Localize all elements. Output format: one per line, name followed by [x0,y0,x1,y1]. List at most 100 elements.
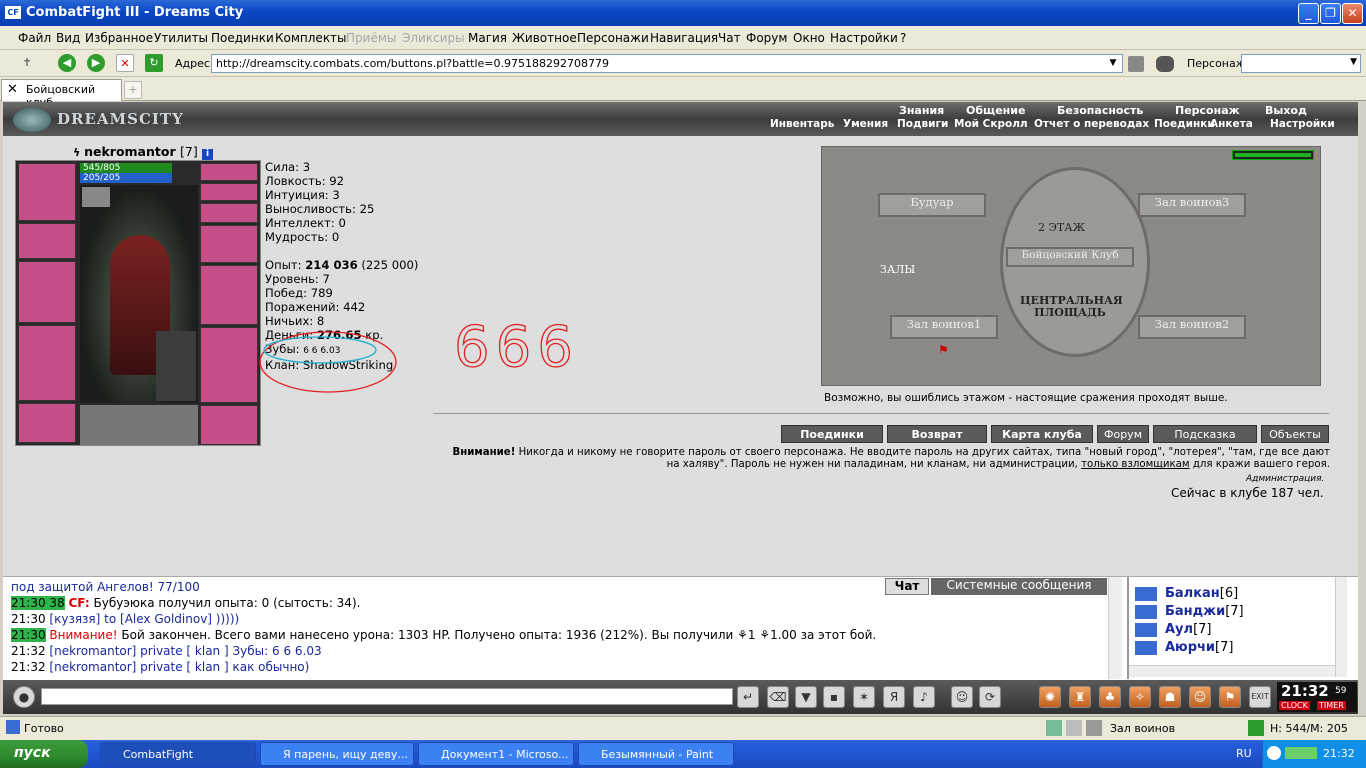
menu-navigation[interactable]: Навигация [650,31,718,45]
forward-icon[interactable]: ▶ [87,54,105,72]
sound-icon[interactable]: ♪ [913,686,935,708]
character-avatar[interactable] [80,185,198,403]
necklace-slot[interactable] [200,183,258,201]
private-msg-icon[interactable] [1135,605,1157,619]
sync-icon[interactable] [1046,720,1062,736]
room-hall2[interactable]: Зал воинов2 [1138,315,1246,339]
forum-button[interactable]: Форум [1097,425,1149,443]
persona-select[interactable]: ▼ [1241,54,1361,73]
maximize-button[interactable]: ❐ [1320,3,1341,24]
menu-forum[interactable]: Форум [746,31,787,45]
refresh-icon[interactable]: ↻ [145,54,163,72]
close-button[interactable]: ✕ [1342,3,1363,24]
translit-icon[interactable]: Я [883,686,905,708]
menu-favorites[interactable]: Избранное [85,31,153,45]
chat-timestamp[interactable]: 21:32 [11,644,46,658]
close-tab-icon[interactable]: ✕ [7,82,18,97]
gloves-slot[interactable] [200,225,258,263]
menu-window[interactable]: Окно [793,31,825,45]
new-tab-icon[interactable]: + [124,81,142,99]
minimize-button[interactable]: _ [1298,3,1319,24]
menu-view[interactable]: Вид [56,31,80,45]
nav-character[interactable]: Персонаж [1175,104,1240,117]
character-name[interactable]: nekromantor [84,144,176,159]
nav-battles[interactable]: Поединки [1154,118,1215,130]
nav-knowledge[interactable]: Знания [899,104,944,117]
chat-scrollbar[interactable] [1108,577,1122,679]
rings-slot[interactable] [200,203,258,223]
nav-settings[interactable]: Настройки [1270,118,1335,130]
userlist-hscrollbar[interactable] [1129,665,1335,677]
helmet-slot[interactable] [18,163,76,221]
menu-sets[interactable]: Комплекты [275,31,347,45]
tray-chevron-icon[interactable] [1267,746,1281,760]
amulet-slot[interactable] [82,187,110,207]
belt-slot[interactable] [18,403,76,443]
taskbar-word[interactable]: Документ1 - Microso... [418,742,574,766]
tray-network-icon[interactable] [1285,747,1317,759]
send-icon[interactable]: ↵ [737,686,759,708]
filter-icon[interactable]: ▼ [795,686,817,708]
nav-inventory[interactable]: Инвентарь [770,118,834,130]
club-map-button[interactable]: Карта клуба [991,425,1093,443]
menu-utilities[interactable]: Утилиты [154,31,208,45]
private-msg-icon[interactable] [1135,587,1157,601]
weapon-slot[interactable] [18,261,76,323]
chat-timestamp[interactable]: 21:32 [11,660,46,674]
menu-battles[interactable]: Поединки [211,31,274,45]
smiley-icon[interactable]: ☺ [951,686,973,708]
exit-icon[interactable]: EXIT [1249,686,1271,708]
refresh-status-icon[interactable] [1248,720,1264,736]
tab-system-messages[interactable]: Системные сообщения [931,578,1107,595]
eraser-icon[interactable]: ⌫ [767,686,789,708]
taskbar-paint[interactable]: Безымянный - Paint [578,742,734,766]
hint-button[interactable]: Подсказка [1153,425,1257,443]
earring-slot[interactable] [200,163,258,181]
clock-widget[interactable]: 21:32 59 CLOCK TIMER [1277,682,1357,712]
menu-file[interactable]: Файл [18,31,51,45]
nav-communication[interactable]: Общение [966,104,1025,117]
menu-magic[interactable]: Магия [468,31,507,45]
people-icon[interactable]: ☗ [1159,686,1181,708]
taskbar-combatfight[interactable]: CombatFight [100,742,256,766]
nav-my-scroll[interactable]: Мой Скролл [954,118,1028,130]
menu-help[interactable]: ? [900,31,906,45]
tray-clock[interactable]: 21:32 [1323,747,1355,760]
battles-button[interactable]: Поединки [781,425,883,443]
abilities-icon[interactable]: ✺ [1039,686,1061,708]
chat-input[interactable] [41,688,733,705]
boots-slot[interactable] [200,405,258,445]
club-icon[interactable]: ♣ [1099,686,1121,708]
user-item[interactable]: Аул[7] [1165,622,1211,637]
nav-transfer-report[interactable]: Отчет о переводах [1034,118,1149,130]
pin-icon[interactable]: ✝ [18,54,36,72]
binoculars-icon[interactable] [1156,56,1174,72]
nav-achievements[interactable]: Подвиги [897,118,948,130]
chat-timestamp[interactable]: 21:30 38 [11,596,65,610]
flag-icon[interactable]: ⚑ [1219,686,1241,708]
print-icon[interactable] [1128,56,1144,72]
fighter-icon[interactable]: ✶ [853,686,875,708]
menu-characters[interactable]: Персонажи [577,31,649,45]
menu-elixirs[interactable]: Эликсиры [402,31,465,45]
room-hall3[interactable]: Зал воинов3 [1138,193,1246,217]
nav-skills[interactable]: Умения [843,118,888,130]
objects-button[interactable]: Объекты [1261,425,1329,443]
user-item[interactable]: Банджи[7] [1165,604,1244,619]
legs-slot[interactable] [200,327,258,403]
magic-icon[interactable]: ✧ [1129,686,1151,708]
address-input[interactable]: http://dreamscity.combats.com/buttons.pl… [211,54,1123,73]
private-msg-icon[interactable] [1135,623,1157,637]
user-item[interactable]: Аюрчи[7] [1165,640,1233,655]
clock-label[interactable]: CLOCK [1279,701,1310,710]
cat-pet-image[interactable] [156,331,196,401]
refresh-chat-icon[interactable]: ⟳ [979,686,1001,708]
language-indicator[interactable]: RU [1236,747,1252,760]
taskbar-browser[interactable]: Я парень, ищу деву... [260,742,414,766]
nav-exit[interactable]: Выход [1265,104,1307,117]
chat-timestamp[interactable]: 21:30 [11,628,46,642]
warning-link[interactable]: только взломщикам [1081,459,1189,470]
timer-label[interactable]: TIMER [1317,701,1346,710]
chat-mode-icon[interactable]: ● [13,686,35,708]
nav-security[interactable]: Безопасность [1057,104,1143,117]
